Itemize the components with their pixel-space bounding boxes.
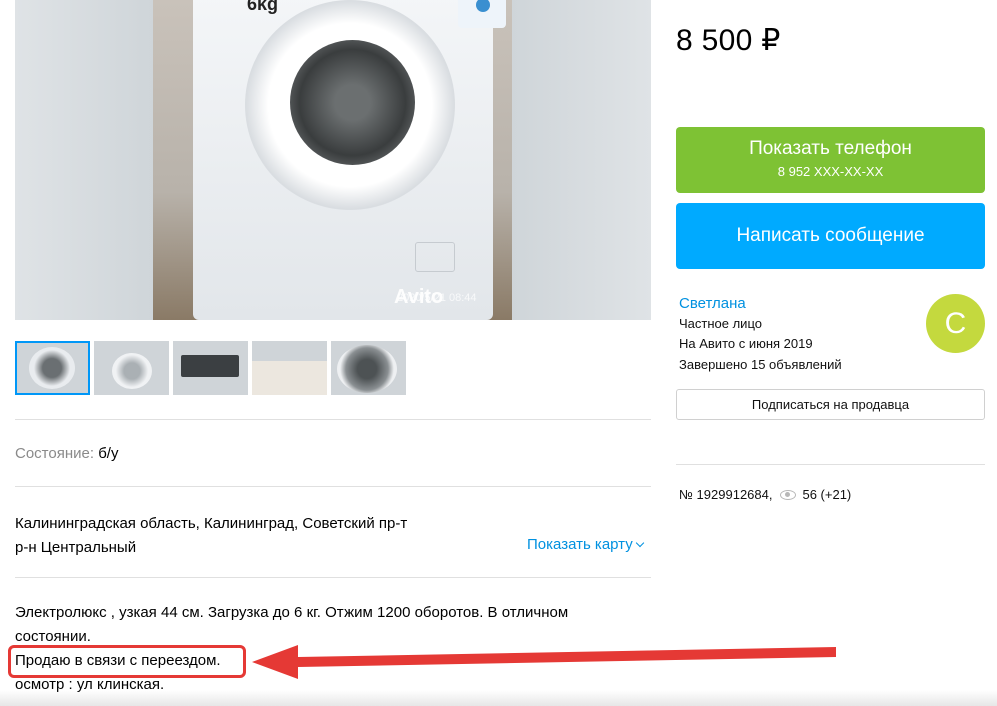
washing-machine-image: 6kg 2020/5/21 08:44 Avito: [153, 0, 512, 320]
chevron-down-icon: [635, 538, 644, 548]
seller-completed-ads: Завершено 15 объявлений: [679, 357, 842, 372]
thumbnail-1[interactable]: [15, 341, 90, 395]
avatar[interactable]: С: [926, 294, 985, 353]
show-phone-label: Показать телефон: [749, 138, 912, 159]
thumbnail-2[interactable]: [94, 341, 169, 395]
washer-sticker: [458, 0, 506, 28]
condition-value: б/у: [98, 445, 119, 462]
views-count: 56 (+21): [802, 487, 852, 502]
seller-since: На Авито с июня 2019: [679, 336, 813, 351]
divider: [676, 464, 985, 465]
annotation-highlight-box: [8, 645, 246, 678]
address-line-2: р-н Центральный: [15, 539, 137, 556]
address: Калининградская область, Калининград, Со…: [15, 512, 465, 560]
ad-number: № 1929912684,: [679, 487, 773, 502]
write-message-button[interactable]: Написать сообщение: [676, 203, 985, 269]
eye-icon: [780, 489, 797, 500]
washer-body: 6kg: [193, 0, 506, 320]
avito-watermark: Avito: [394, 286, 444, 308]
thumbnail-3[interactable]: [173, 341, 248, 395]
phone-number-masked: 8 952 XXX-XX-XX: [777, 164, 884, 179]
seller-name-link[interactable]: Светлана: [679, 295, 746, 312]
thumbnail-strip: [15, 341, 406, 395]
thumbnail-4[interactable]: [252, 341, 327, 395]
address-line-1: Калининградская область, Калининград, Со…: [15, 515, 408, 532]
washer-capacity-label: 6kg: [247, 0, 279, 14]
show-map-link[interactable]: Показать карту: [527, 536, 644, 553]
condition-row: Состояние: б/у: [15, 445, 118, 462]
description-line: Электролюкс , узкая 44 см. Загрузка до 6…: [15, 604, 569, 621]
washer-filter-hatch: [415, 242, 455, 272]
thumbnail-5[interactable]: [331, 341, 406, 395]
divider: [15, 419, 651, 420]
show-phone-button[interactable]: Показать телефон 8 952 XXX-XX-XX: [676, 127, 985, 193]
price: 8 500 ₽: [676, 24, 781, 57]
condition-label: Состояние:: [15, 445, 95, 462]
washer-drum: [290, 40, 415, 165]
photo-blur-right: [512, 0, 651, 320]
subscribe-button[interactable]: Подписаться на продавца: [676, 389, 985, 420]
bottom-fade: [0, 690, 997, 706]
divider: [15, 486, 651, 487]
main-photo[interactable]: 6kg 2020/5/21 08:44 Avito: [15, 0, 651, 320]
seller-type: Частное лицо: [679, 316, 762, 331]
divider: [15, 577, 651, 578]
show-map-label: Показать карту: [527, 536, 633, 553]
ad-meta: № 1929912684, 56 (+21): [679, 487, 851, 502]
photo-blur-left: [15, 0, 153, 320]
